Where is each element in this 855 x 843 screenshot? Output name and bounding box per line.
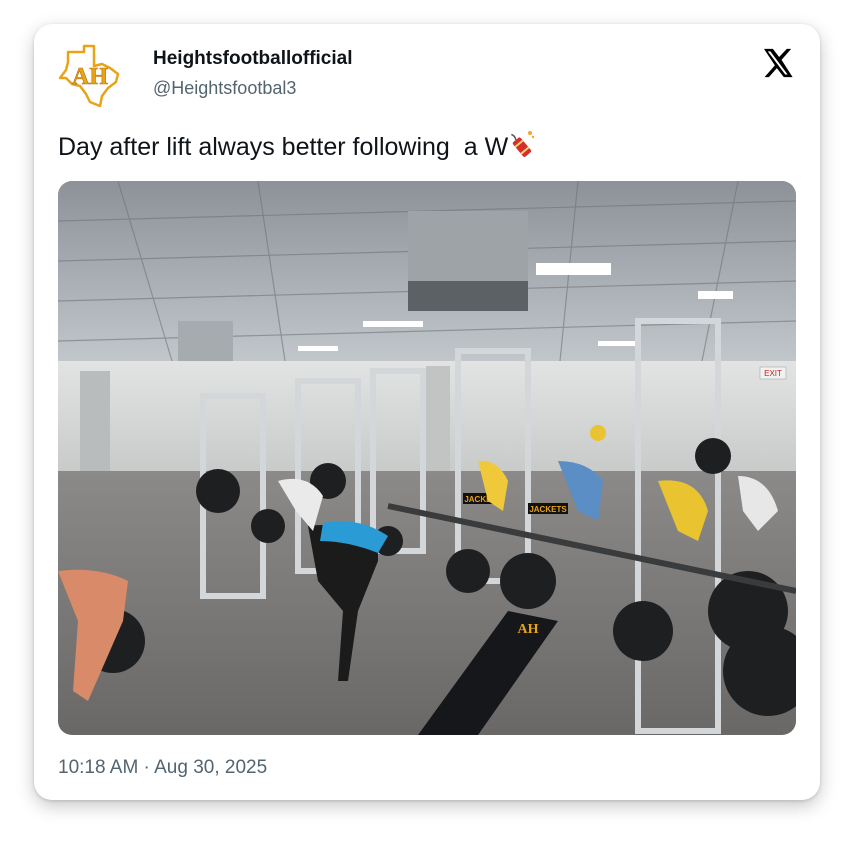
tweet-card: AH Heightsfootballofficial @Heightsfootb… [34,24,820,800]
weight-room-image: EXIT AH JACKETS JACKETS [58,181,796,735]
x-logo-icon[interactable] [760,46,794,80]
bench-logo-letters: AH [518,622,539,637]
exit-sign-text: EXIT [764,369,782,378]
rack-label-2: JACKETS [529,505,567,514]
display-name[interactable]: Heightsfootballofficial [153,48,353,70]
tweet-header: AH Heightsfootballofficial @Heightsfootb… [56,42,798,110]
texas-ah-logo-icon: AH [58,44,120,108]
tweet-photo[interactable]: EXIT AH JACKETS JACKETS [58,181,796,735]
user-handle[interactable]: @Heightsfootbal3 [153,78,296,99]
firecracker-icon [506,129,536,159]
tweet-text: Day after lift always better following a… [58,129,536,162]
tweet-timestamp[interactable]: 10:18 AM · Aug 30, 2025 [58,757,267,779]
profile-avatar[interactable]: AH [56,42,124,110]
tweet-body: Day after lift always better following a… [58,133,509,161]
avatar-letters: AH [72,64,108,90]
